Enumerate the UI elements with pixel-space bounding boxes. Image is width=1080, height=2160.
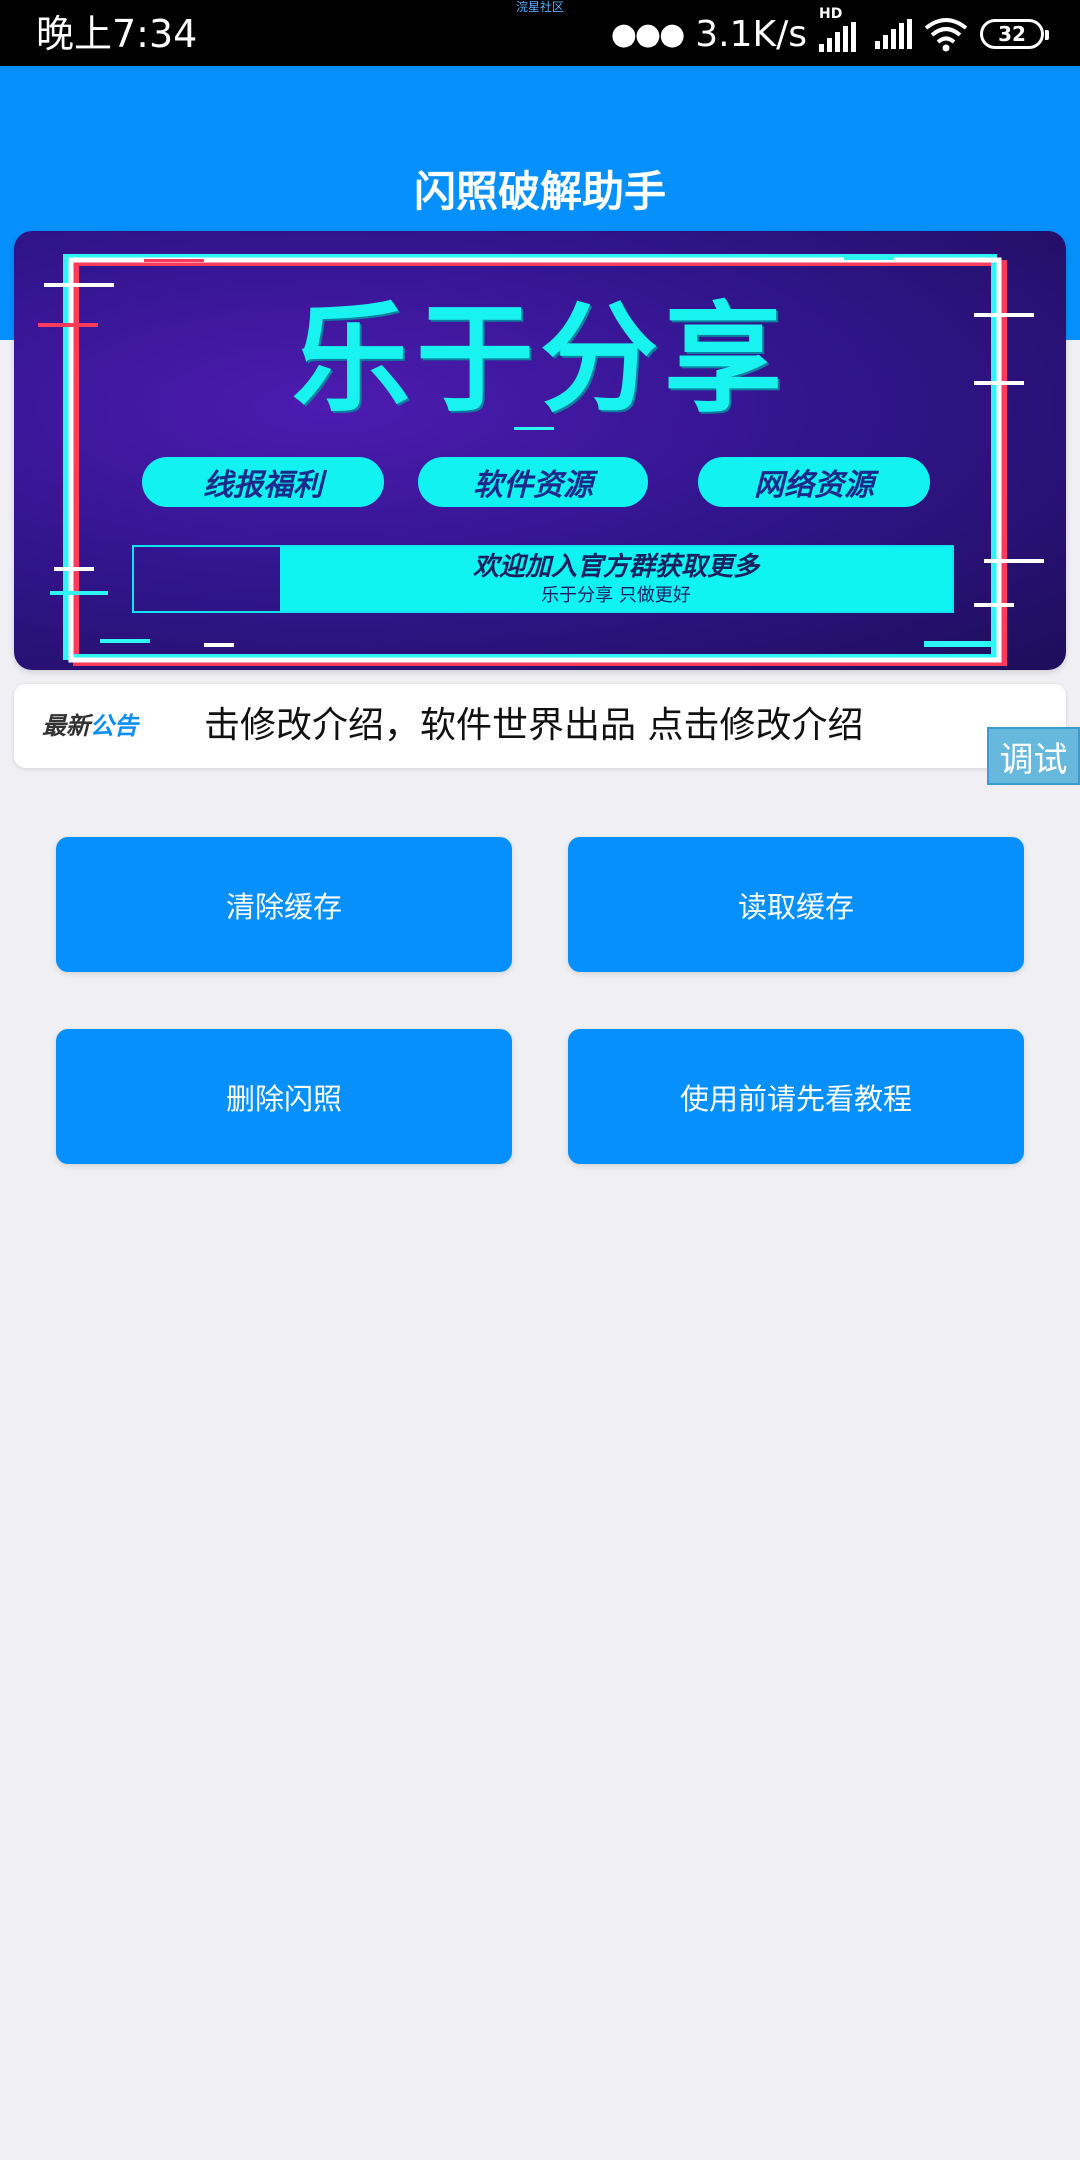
- hd-signal-icon: HD: [819, 6, 863, 52]
- notice-label-announcement: 公告: [90, 712, 138, 740]
- signal-icon: [875, 19, 912, 49]
- banner-title: 乐于分享: [291, 289, 788, 428]
- more-dots-icon: ●●●: [610, 16, 686, 52]
- status-time: 晚上7:34: [36, 12, 198, 56]
- banner-pill-deals: 线报福利: [142, 457, 384, 507]
- status-bar: 浣星社区 晚上7:34 ●●● 3.1K/s HD 32: [0, 0, 1080, 66]
- wifi-icon: [924, 18, 968, 52]
- clear-cache-button[interactable]: 清除缓存: [56, 837, 512, 972]
- banner-pill-network: 网络资源: [698, 457, 930, 507]
- notice-label-latest: 最新: [42, 712, 90, 740]
- banner-welcome-text: 欢迎加入官方群获取更多: [472, 552, 759, 582]
- banner-pill-software: 软件资源: [418, 457, 648, 507]
- read-cache-button[interactable]: 读取缓存: [568, 837, 1024, 972]
- notice-marquee-text: 击修改介绍，软件世界出品 点击修改介绍: [204, 705, 864, 746]
- tutorial-button[interactable]: 使用前请先看教程: [568, 1029, 1024, 1164]
- battery-icon: 32: [980, 19, 1049, 49]
- notice-label: 最新公告: [42, 706, 138, 746]
- hd-label: HD: [819, 6, 843, 22]
- battery-level: 32: [998, 22, 1026, 46]
- network-speed: 3.1K/s: [695, 13, 807, 55]
- banner-welcome-subtext: 乐于分享 只做更好: [541, 585, 691, 606]
- promo-banner[interactable]: 乐于分享 线报福利 软件资源 网络资源 欢迎加入官方群获取更多 乐于分享 只做更…: [14, 231, 1066, 670]
- page-title: 闪照破解助手: [413, 167, 666, 216]
- status-icons: ●●● 3.1K/s HD 32: [610, 6, 1049, 58]
- debug-button[interactable]: 调试: [987, 727, 1080, 785]
- delete-flash-photo-button[interactable]: 删除闪照: [56, 1029, 512, 1164]
- notice-bar[interactable]: 最新公告 击修改介绍，软件世界出品 点击修改介绍: [14, 684, 1066, 768]
- banner-welcome-box: 欢迎加入官方群获取更多 乐于分享 只做更好: [132, 545, 954, 613]
